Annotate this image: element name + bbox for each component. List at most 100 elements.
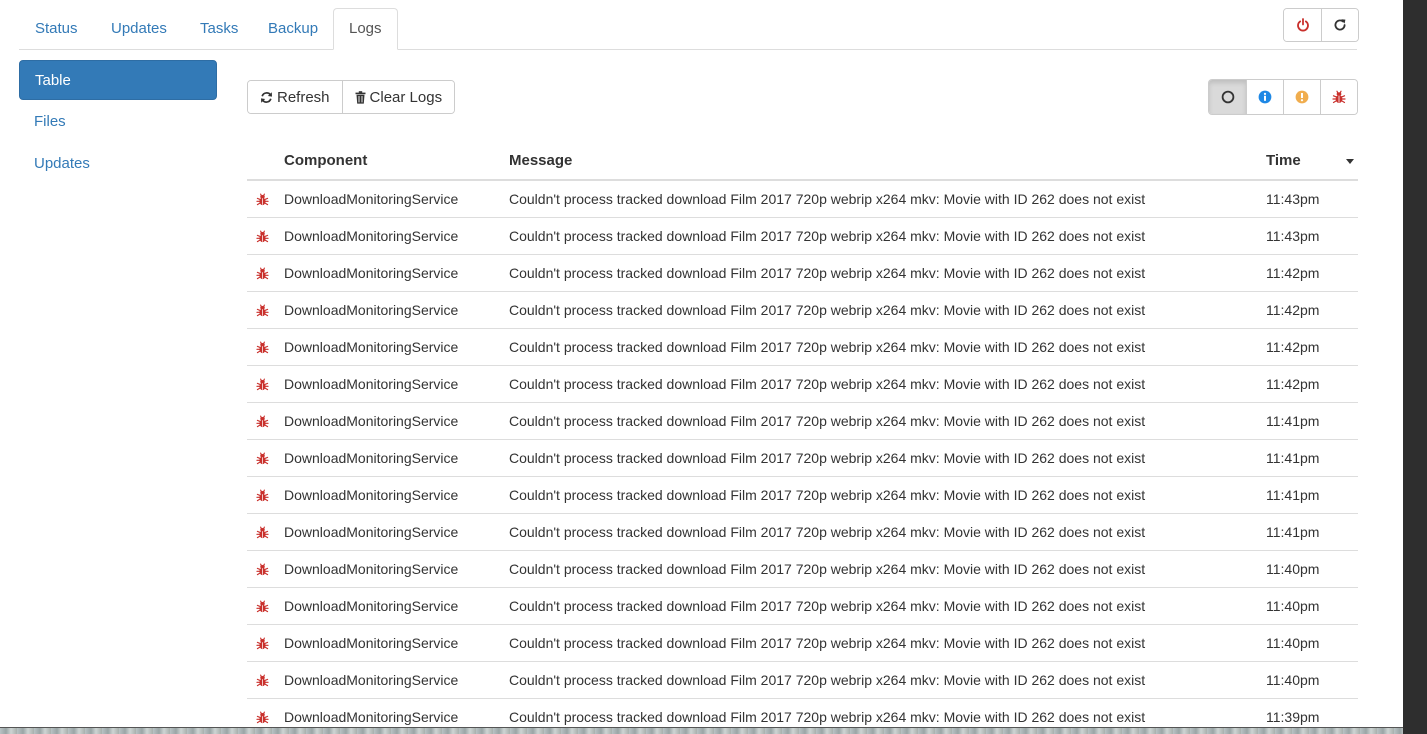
table-row[interactable]: DownloadMonitoringService Couldn't proces…	[247, 625, 1358, 662]
row-component: DownloadMonitoringService	[284, 191, 459, 207]
filter-all-button[interactable]	[1209, 80, 1246, 114]
row-time: 11:40pm	[1266, 635, 1320, 651]
filter-error-button[interactable]	[1320, 80, 1357, 114]
row-message: Couldn't process tracked download Film 2…	[509, 487, 1146, 503]
level-filter	[1208, 79, 1358, 115]
row-component: DownloadMonitoringService	[284, 265, 459, 281]
row-time: 11:40pm	[1266, 561, 1320, 577]
tab-tasks[interactable]: Tasks	[184, 8, 254, 50]
tab-status[interactable]: Status	[19, 8, 94, 50]
column-header-component[interactable]: Component	[284, 143, 367, 179]
table-row[interactable]: DownloadMonitoringService Couldn't proces…	[247, 514, 1358, 551]
row-message: Couldn't process tracked download Film 2…	[509, 561, 1146, 577]
error-level-bug-icon	[254, 551, 270, 587]
error-level-bug-icon	[254, 218, 270, 254]
restart-icon	[1334, 19, 1346, 31]
error-level-bug-icon	[254, 292, 270, 328]
bug-icon	[1332, 90, 1346, 104]
column-header-time-label: Time	[1266, 152, 1301, 169]
row-component: DownloadMonitoringService	[284, 561, 459, 577]
row-message: Couldn't process tracked download Film 2…	[509, 228, 1146, 244]
tab-backup[interactable]: Backup	[252, 8, 334, 50]
row-component: DownloadMonitoringService	[284, 228, 459, 244]
row-time: 11:41pm	[1266, 450, 1320, 466]
error-level-bug-icon	[254, 662, 270, 698]
table-row[interactable]: DownloadMonitoringService Couldn't proces…	[247, 662, 1358, 699]
error-level-bug-icon	[254, 181, 270, 217]
table-row[interactable]: DownloadMonitoringService Couldn't proces…	[247, 588, 1358, 625]
row-message: Couldn't process tracked download Film 2…	[509, 672, 1146, 688]
row-time: 11:42pm	[1266, 376, 1320, 392]
sort-descending-icon	[1346, 159, 1354, 164]
table-body: DownloadMonitoringService Couldn't proces…	[247, 181, 1358, 734]
tab-logs[interactable]: Logs	[333, 8, 398, 50]
row-component: DownloadMonitoringService	[284, 413, 459, 429]
table-header: Component Message Time	[247, 143, 1358, 181]
sidebar-item-files[interactable]: Files	[19, 102, 217, 142]
error-level-bug-icon	[254, 255, 270, 291]
error-level-bug-icon	[254, 366, 270, 402]
log-actions: Refresh Clear Logs	[247, 80, 456, 114]
circle-outline-icon	[1221, 90, 1234, 104]
error-level-bug-icon	[254, 440, 270, 476]
row-component: DownloadMonitoringService	[284, 450, 459, 466]
refresh-icon	[261, 91, 272, 103]
row-component: DownloadMonitoringService	[284, 524, 459, 540]
tab-updates[interactable]: Updates	[95, 8, 183, 50]
error-level-bug-icon	[254, 625, 270, 661]
sidebar-item-table[interactable]: Table	[19, 60, 217, 100]
row-message: Couldn't process tracked download Film 2…	[509, 339, 1146, 355]
row-message: Couldn't process tracked download Film 2…	[509, 598, 1146, 614]
filter-warn-button[interactable]	[1283, 80, 1320, 114]
row-time: 11:43pm	[1266, 228, 1320, 244]
row-time: 11:41pm	[1266, 487, 1320, 503]
table-row[interactable]: DownloadMonitoringService Couldn't proces…	[247, 403, 1358, 440]
row-time: 11:42pm	[1266, 302, 1320, 318]
table-row[interactable]: DownloadMonitoringService Couldn't proces…	[247, 440, 1358, 477]
refresh-button[interactable]: Refresh	[248, 81, 342, 113]
shutdown-button[interactable]	[1284, 9, 1321, 41]
table-row[interactable]: DownloadMonitoringService Couldn't proces…	[247, 366, 1358, 403]
row-time: 11:40pm	[1266, 672, 1320, 688]
row-message: Couldn't process tracked download Film 2…	[509, 524, 1146, 540]
desktop-background-strip	[0, 727, 1403, 734]
table-row[interactable]: DownloadMonitoringService Couldn't proces…	[247, 181, 1358, 218]
sidebar-item-updates[interactable]: Updates	[19, 144, 217, 184]
log-table: Component Message Time DownloadMonitorin…	[247, 143, 1358, 734]
table-row[interactable]: DownloadMonitoringService Couldn't proces…	[247, 218, 1358, 255]
error-level-bug-icon	[254, 588, 270, 624]
table-row[interactable]: DownloadMonitoringService Couldn't proces…	[247, 292, 1358, 329]
row-message: Couldn't process tracked download Film 2…	[509, 191, 1146, 207]
trash-icon	[355, 90, 366, 104]
row-component: DownloadMonitoringService	[284, 302, 459, 318]
row-component: DownloadMonitoringService	[284, 376, 459, 392]
row-time: 11:42pm	[1266, 265, 1320, 281]
row-time: 11:40pm	[1266, 598, 1320, 614]
row-message: Couldn't process tracked download Film 2…	[509, 450, 1146, 466]
restart-button[interactable]	[1321, 9, 1358, 41]
table-row[interactable]: DownloadMonitoringService Couldn't proces…	[247, 255, 1358, 292]
warning-icon	[1295, 90, 1309, 104]
info-icon	[1258, 90, 1272, 104]
table-row[interactable]: DownloadMonitoringService Couldn't proces…	[247, 477, 1358, 514]
error-level-bug-icon	[254, 403, 270, 439]
row-message: Couldn't process tracked download Film 2…	[509, 376, 1146, 392]
row-message: Couldn't process tracked download Film 2…	[509, 635, 1146, 651]
row-time: 11:42pm	[1266, 339, 1320, 355]
column-header-message[interactable]: Message	[509, 143, 572, 179]
refresh-label: Refresh	[277, 88, 330, 106]
error-level-bug-icon	[254, 514, 270, 550]
table-row[interactable]: DownloadMonitoringService Couldn't proces…	[247, 329, 1358, 366]
clear-logs-label: Clear Logs	[369, 88, 443, 106]
row-time: 11:41pm	[1266, 413, 1320, 429]
column-header-time[interactable]: Time	[1266, 143, 1358, 179]
row-message: Couldn't process tracked download Film 2…	[509, 265, 1146, 281]
row-component: DownloadMonitoringService	[284, 487, 459, 503]
filter-info-button[interactable]	[1246, 80, 1283, 114]
row-component: DownloadMonitoringService	[284, 635, 459, 651]
system-actions	[1283, 8, 1359, 42]
window-scrollbar[interactable]	[1403, 0, 1427, 734]
table-row[interactable]: DownloadMonitoringService Couldn't proces…	[247, 551, 1358, 588]
clear-logs-button[interactable]: Clear Logs	[341, 81, 455, 113]
row-component: DownloadMonitoringService	[284, 672, 459, 688]
